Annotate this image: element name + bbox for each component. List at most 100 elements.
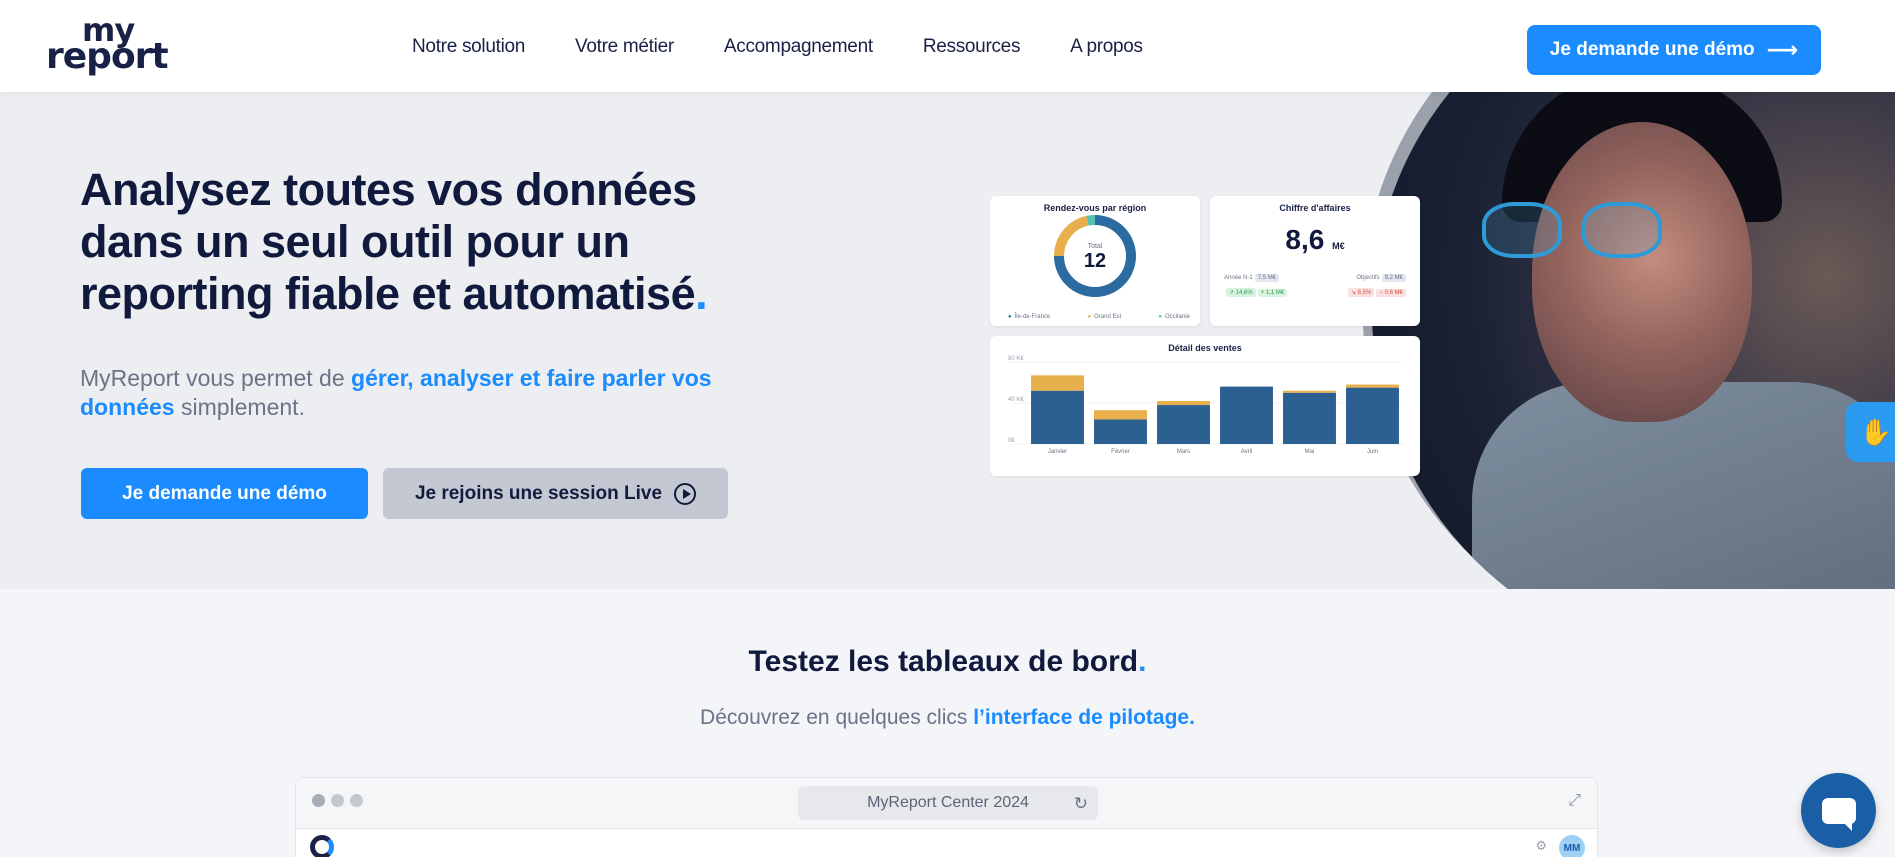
x-tick-label: Mars (1177, 449, 1190, 455)
avatar-initials: MM (1563, 842, 1581, 854)
x-tick-label: Mai (1305, 449, 1315, 455)
kpi-obj-label: Objectifs (1356, 275, 1380, 281)
bar-mai-s0 (1283, 392, 1336, 444)
x-tick-label: Juin (1367, 449, 1378, 455)
legend-item-grand-est: Grand Est (1088, 314, 1121, 320)
bar-mars-s0 (1157, 405, 1210, 444)
header-demo-button[interactable]: Je demande une démo ⟶ (1527, 25, 1821, 75)
hero-title-dot: . (695, 268, 708, 319)
nav-item-ressources[interactable]: Ressources (923, 36, 1021, 58)
y-tick-label: 0€ (1008, 438, 1015, 444)
kpi-row-1: Année N-1 7,5 M€ Objectifs 9,2 M€ (1224, 274, 1406, 282)
kpi-growth: ↗ 14,6% + 1,1 M€ (1224, 288, 1288, 297)
main-nav: Notre solution Votre métier Accompagneme… (412, 36, 1143, 58)
sales-chart-card: Détail des ventes 80 K€ 40 K€ 0€ Janvier Fév… (990, 336, 1420, 476)
app-logo-icon[interactable] (310, 835, 334, 857)
section-subtitle: Découvrez en quelques clics l’interface … (0, 706, 1895, 730)
donut-center-value: 12 (1084, 250, 1106, 272)
hero-title: Analysez toutes vos données dans un seul… (80, 164, 800, 320)
bar-février-s0 (1094, 419, 1147, 444)
kpi-row-2: ↗ 14,6% + 1,1 M€ ↘ 6,5% − 0,6 M€ (1224, 288, 1406, 297)
bar-avril-s0 (1220, 386, 1273, 444)
site-header: my report Notre solution Votre métier Ac… (0, 0, 1895, 92)
bar-juin-s0 (1346, 387, 1399, 444)
kpi-details: Année N-1 7,5 M€ Objectifs 9,2 M€ ↗ 14,6% +… (1224, 274, 1406, 303)
browser-mockup: MyReport Center 2024 ↻ ⤢ ⚙ MM (295, 777, 1598, 857)
section-sub-highlight: l’interface de pilotage. (973, 706, 1195, 729)
gear-icon[interactable]: ⚙ (1535, 838, 1547, 854)
donut-card: Rendez-vous par région Total12 Île-de-Fr… (990, 196, 1200, 326)
play-circle-icon (674, 482, 697, 505)
sales-chart-title: Détail des ventes (1168, 343, 1242, 353)
bar-février-s1 (1094, 410, 1147, 420)
kpi-value: 8,6 M€ (1210, 224, 1420, 256)
kpi-objectives: Objectifs 9,2 M€ (1356, 274, 1406, 282)
legend-item-occitanie: Occitanie (1158, 314, 1190, 320)
kpi-gap-abs: − 0,6 M€ (1376, 289, 1406, 297)
hero-section: Analysez toutes vos données dans un seul… (0, 92, 1895, 589)
kpi-prev-label: Année N-1 (1224, 275, 1253, 281)
nav-item-apropos[interactable]: A propos (1070, 36, 1143, 58)
photo-face (1532, 122, 1752, 422)
donut-card-title: Rendez-vous par région (1043, 203, 1147, 213)
hand-wave-icon[interactable]: ✋ (1846, 402, 1895, 462)
nav-item-accompagnement[interactable]: Accompagnement (724, 36, 873, 58)
section-sub-before: Découvrez en quelques clics (700, 706, 974, 729)
kpi-card: Chiffre d'affaires 8,6 M€ Année N-1 7,5 M… (1210, 196, 1420, 326)
section-title-dot: . (1138, 645, 1147, 678)
window-dot-3[interactable] (350, 794, 363, 807)
chat-bubble-icon (1821, 797, 1856, 831)
kpi-obj-value: 9,2 M€ (1381, 274, 1406, 282)
kpi-growth-pct: ↗ 14,6% (1226, 288, 1256, 297)
kpi-gap: ↘ 6,5% − 0,6 M€ (1346, 288, 1406, 297)
legend-item-idf: Île-de-France (1008, 314, 1051, 320)
kpi-gap-pct: ↘ 6,5% (1348, 288, 1375, 297)
url-bar-label: MyReport Center 2024 (867, 794, 1029, 811)
nav-item-solution[interactable]: Notre solution (412, 36, 525, 58)
bar-mai-s1 (1283, 390, 1336, 393)
window-dot-2[interactable] (331, 794, 344, 807)
sales-bar-chart: 80 K€ 40 K€ 0€ Janvier Février Mars Avril Mai Ju… (1008, 356, 1404, 455)
hero-subtitle: MyReport vous permet de gérer, analyser … (80, 364, 780, 422)
avatar[interactable]: MM (1559, 835, 1585, 857)
expand-icon[interactable]: ⤢ (1568, 792, 1581, 810)
hero-title-text: Analysez toutes vos données dans un seul… (80, 164, 697, 319)
kpi-prev-value: 7,5 M€ (1254, 274, 1280, 282)
hero-demo-button[interactable]: Je demande une démo (81, 468, 368, 519)
refresh-icon[interactable]: ↻ (1074, 794, 1088, 814)
donut-legend: Île-de-France Grand Est Occitanie (1008, 314, 1190, 320)
kpi-unit: M€ (1332, 241, 1345, 251)
logo-line2: report (46, 36, 169, 77)
header-demo-label: Je demande une démo (1549, 39, 1755, 60)
bar-juin-s1 (1346, 384, 1399, 388)
section-title-text: Testez les tableaux de bord (748, 645, 1139, 678)
x-tick-label: Avril (1241, 449, 1253, 455)
hero-live-button[interactable]: Je rejoins une session Live (383, 468, 728, 519)
kpi-prev-year: Année N-1 7,5 M€ (1224, 274, 1280, 282)
chat-button[interactable] (1801, 773, 1876, 848)
donut-center-label: Total (1088, 243, 1103, 250)
section-title: Testez les tableaux de bord. (0, 645, 1895, 679)
kpi-card-title: Chiffre d'affaires (1279, 203, 1351, 213)
arrow-right-icon: ⟶ (1766, 37, 1799, 62)
kpi-growth-abs: + 1,1 M€ (1257, 289, 1288, 297)
hero-sub-before: MyReport vous permet de (80, 365, 352, 391)
nav-item-metier[interactable]: Votre métier (575, 36, 674, 58)
y-tick-label: 80 K€ (1008, 356, 1024, 362)
x-tick-label: Février (1111, 449, 1130, 455)
myreport-logo[interactable]: my report (46, 14, 186, 76)
window-controls (312, 794, 363, 807)
bar-janvier-s1 (1031, 375, 1084, 391)
donut-slice-2 (1086, 215, 1096, 226)
hero-demo-label: Je demande une démo (122, 482, 327, 504)
donut-chart: Total12 (1054, 215, 1136, 297)
y-tick-label: 40 K€ (1008, 397, 1024, 403)
window-dot-1[interactable] (312, 794, 325, 807)
x-tick-label: Janvier (1048, 449, 1067, 455)
photo-glasses-left (1482, 202, 1562, 258)
kpi-number: 8,6 (1285, 224, 1325, 255)
bar-mars-s1 (1157, 400, 1210, 406)
url-bar[interactable]: MyReport Center 2024 ↻ (798, 786, 1098, 820)
hero-sub-after: simplement. (174, 394, 305, 420)
photo-glasses-right (1582, 202, 1662, 258)
